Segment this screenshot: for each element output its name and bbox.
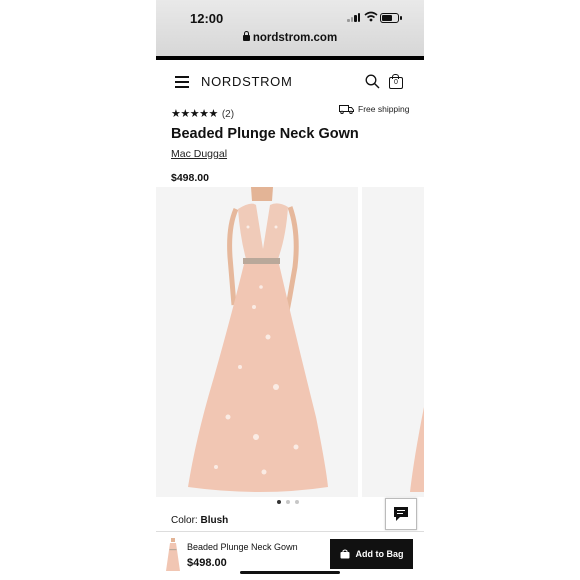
status-bar: 12:00 nordstrom.com (156, 0, 424, 58)
address-bar[interactable]: nordstrom.com (156, 31, 424, 44)
truck-icon (339, 104, 354, 114)
carousel-dot[interactable] (286, 500, 290, 504)
carousel-dot[interactable] (277, 500, 281, 504)
color-label: Color: (171, 515, 198, 526)
footer-product-title: Beaded Plunge Neck Gown (187, 542, 298, 552)
menu-icon[interactable] (175, 76, 189, 88)
product-thumbnail[interactable] (165, 538, 181, 572)
product-image-main[interactable] (156, 187, 358, 497)
search-icon[interactable] (365, 74, 380, 89)
add-to-bag-button[interactable]: Add to Bag (330, 539, 413, 569)
battery-icon (380, 13, 402, 23)
review-count: (2) (221, 109, 235, 120)
product-price: $498.00 (171, 172, 209, 184)
gown-image-next (410, 407, 424, 492)
carousel-dot[interactable] (295, 500, 299, 504)
star-rating-icon: ★★★★★ (171, 108, 218, 120)
shopping-bag-icon[interactable]: 0 (389, 74, 403, 89)
lock-icon (242, 31, 250, 41)
color-selector-label: Color: Blush (171, 515, 228, 526)
product-rating[interactable]: ★★★★★ (2) (171, 107, 234, 120)
url-text: nordstrom.com (252, 32, 338, 44)
site-logo[interactable]: NORDSTROM (201, 74, 293, 89)
status-time: 12:00 (190, 11, 224, 26)
product-image-next[interactable] (362, 187, 424, 497)
gown-image (188, 187, 328, 492)
cellular-signal-icon (347, 13, 361, 22)
product-image-carousel[interactable] (156, 187, 424, 497)
home-indicator[interactable] (240, 571, 340, 574)
free-shipping-badge: Free shipping (339, 104, 410, 114)
footer-product-price: $498.00 (187, 557, 227, 569)
wifi-icon (364, 11, 378, 22)
brand-link[interactable]: Mac Duggal (171, 148, 227, 160)
bag-icon (340, 549, 349, 559)
color-value: Blush (200, 515, 229, 526)
chat-icon (394, 507, 408, 521)
product-title: Beaded Plunge Neck Gown (171, 126, 359, 142)
add-to-bag-label: Add to Bag (355, 549, 404, 559)
carousel-indicator (277, 500, 299, 504)
site-header: NORDSTROM 0 (156, 60, 424, 102)
phone-screen: 12:00 nordstrom.com NORDSTROM 0 ★★★★★ (2) (156, 0, 424, 580)
shipping-text: Free shipping (358, 104, 410, 114)
chat-button[interactable] (385, 498, 417, 530)
bag-count: 0 (389, 77, 403, 89)
